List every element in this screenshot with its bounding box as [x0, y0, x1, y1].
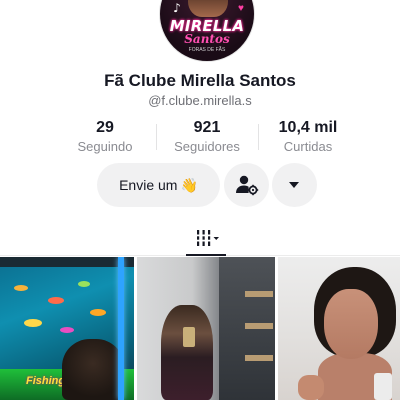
video-thumbnail[interactable]: Fishing — [0, 257, 134, 400]
shelf — [245, 323, 273, 329]
stat-followers[interactable]: 921 Seguidores — [168, 118, 246, 155]
video-thumbnail[interactable] — [137, 257, 275, 400]
fish-shape — [90, 309, 106, 316]
more-options-button[interactable] — [272, 163, 317, 207]
heart-icon: ♥ — [238, 3, 244, 14]
top-strap — [374, 373, 392, 400]
follow-settings-button[interactable] — [224, 163, 269, 207]
stat-divider — [258, 124, 259, 150]
fish-shape — [48, 297, 64, 304]
avatar-photo — [188, 0, 228, 17]
content-tabbar — [0, 222, 400, 256]
stat-likes-label: Curtidas — [283, 139, 333, 154]
video-grid: Fishing — [0, 257, 400, 400]
shelf — [245, 355, 273, 361]
stat-likes[interactable]: 10,4 mil Curtidas — [270, 118, 346, 155]
stat-divider — [156, 124, 157, 150]
face-shape — [324, 289, 378, 359]
avatar-sub-text: FORAS DE FÃS — [188, 47, 226, 53]
video-grid-icon — [196, 230, 219, 246]
tiktok-logo-icon: ♪ — [173, 1, 181, 15]
arcade-logo-text: Fishing — [26, 375, 66, 387]
fish-shape — [24, 319, 42, 327]
fish-shape — [14, 285, 28, 291]
avatar-script-text: Santos — [184, 32, 230, 46]
person-silhouette — [161, 305, 213, 400]
neon-strip — [118, 257, 124, 400]
stat-followers-value: 921 — [193, 119, 221, 136]
stat-likes-value: 10,4 mil — [278, 119, 338, 136]
stat-following-label: Seguindo — [77, 139, 133, 154]
stat-followers-label: Seguidores — [174, 139, 240, 154]
profile-stats: 29 Seguindo 921 Seguidores 10,4 mil Curt… — [0, 118, 400, 158]
child-silhouette — [62, 339, 124, 400]
shelf — [245, 291, 273, 297]
arcade-frame — [0, 257, 134, 267]
person-gear-icon — [236, 175, 259, 196]
active-tab-indicator — [186, 254, 226, 256]
display-name: Fã Clube Mirella Santos — [104, 71, 296, 90]
phone-shape — [183, 327, 195, 347]
message-button[interactable]: Envie um 👋 — [97, 163, 220, 207]
message-button-label: Envie um — [119, 177, 178, 193]
stat-following-value: 29 — [96, 119, 114, 136]
fish-shape — [78, 281, 90, 287]
stat-following[interactable]: 29 Seguindo — [70, 118, 140, 155]
hand-shape — [298, 375, 324, 400]
tab-videos[interactable] — [186, 222, 226, 256]
video-thumbnail[interactable] — [278, 257, 400, 400]
waving-hand-icon: 👋 — [180, 178, 198, 194]
fish-shape — [60, 327, 74, 333]
profile-handle: @f.clube.mirella.s — [148, 93, 252, 108]
caret-down-icon — [289, 182, 299, 188]
profile-avatar[interactable]: ♪ ♥ MIRELLA Santos FORAS DE FÃS — [159, 0, 255, 62]
